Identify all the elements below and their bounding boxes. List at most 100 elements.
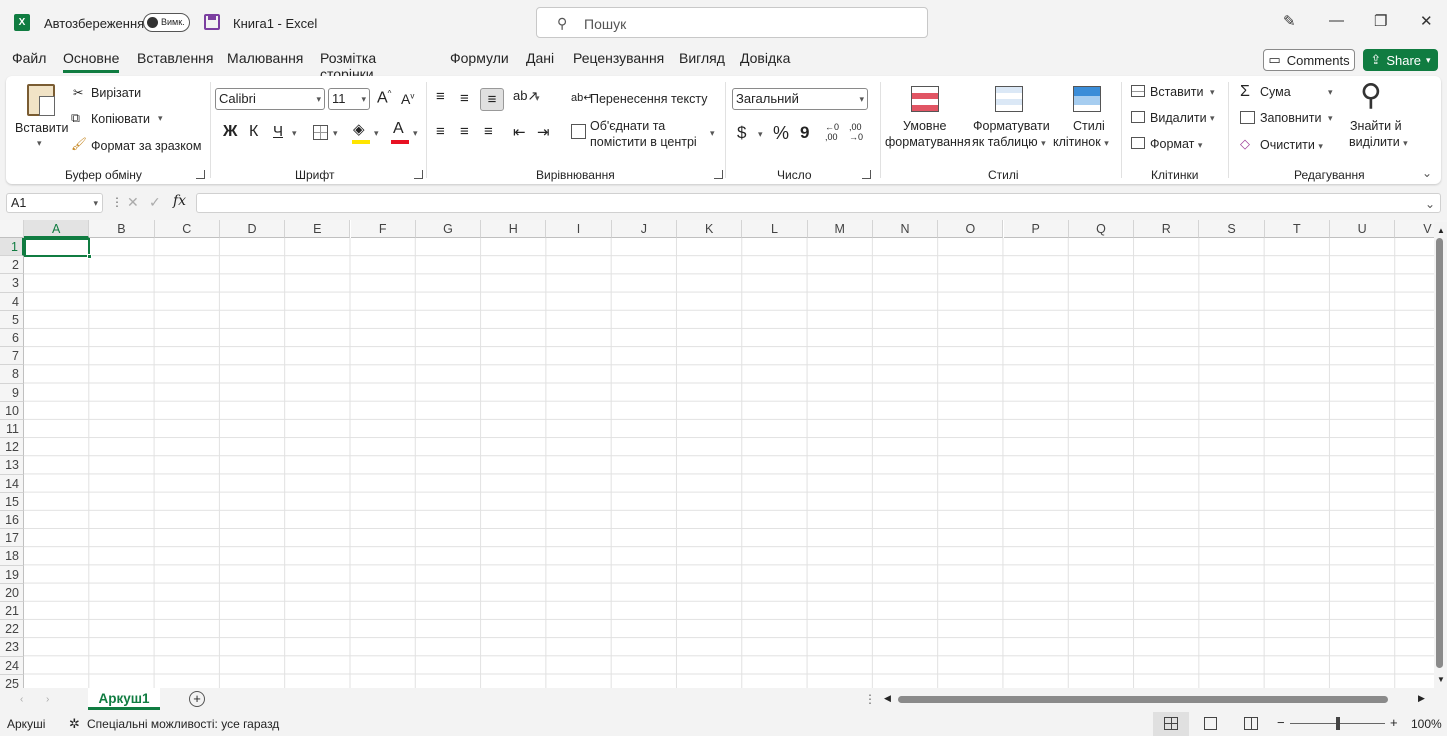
- autosum-button[interactable]: Сума: [1260, 85, 1291, 99]
- percent-button[interactable]: %: [773, 123, 789, 144]
- row-header[interactable]: 14: [0, 474, 24, 493]
- page-layout-view-icon[interactable]: [1204, 717, 1217, 730]
- chevron-down-icon[interactable]: ▾: [710, 128, 715, 139]
- shrink-font-button[interactable]: Av: [401, 91, 414, 107]
- row-header[interactable]: 3: [0, 274, 24, 293]
- scroll-right-icon[interactable]: ▶: [1418, 693, 1425, 704]
- increase-decimal-button[interactable]: ←0,00: [825, 122, 839, 142]
- pen-icon[interactable]: ✎: [1283, 12, 1296, 30]
- tab-draw[interactable]: Малювання: [227, 50, 303, 66]
- column-header[interactable]: A: [24, 220, 90, 238]
- page-break-view-icon[interactable]: [1244, 717, 1258, 730]
- clear-button[interactable]: Очистити ▾: [1260, 138, 1323, 152]
- zoom-in-icon[interactable]: +: [1390, 715, 1398, 730]
- format-as-table-line1[interactable]: Форматувати: [973, 119, 1050, 133]
- cut-button[interactable]: Вирізати: [91, 86, 141, 100]
- column-header[interactable]: J: [611, 220, 677, 238]
- align-top-icon[interactable]: ≡: [436, 88, 445, 105]
- merge-center-line1[interactable]: Об'єднати та: [590, 119, 665, 133]
- row-header[interactable]: 22: [0, 620, 24, 639]
- tab-formulas[interactable]: Формули: [450, 50, 509, 66]
- vertical-scrollbar[interactable]: ▲ ▼: [1434, 222, 1447, 688]
- cell-styles-line1[interactable]: Стилі: [1073, 119, 1105, 133]
- row-header[interactable]: 11: [0, 420, 24, 439]
- row-header[interactable]: 23: [0, 638, 24, 657]
- paste-icon[interactable]: [27, 84, 55, 116]
- find-select-line1[interactable]: Знайти й: [1350, 119, 1402, 133]
- row-header[interactable]: 19: [0, 565, 24, 584]
- dialog-launcher-icon[interactable]: [714, 170, 723, 179]
- column-header[interactable]: H: [481, 220, 547, 238]
- grow-font-button[interactable]: A^: [377, 89, 391, 107]
- bold-button[interactable]: Ж: [223, 123, 237, 141]
- worksheet-grid[interactable]: ABCDEFGHIJKLMNOPQRSTUV 1 2 3 4 5 6 7 8 9 10 11 12 13…: [0, 220, 1447, 693]
- cell-area[interactable]: [24, 238, 1434, 688]
- dialog-launcher-icon[interactable]: [862, 170, 871, 179]
- restore-icon[interactable]: ❐: [1374, 12, 1387, 30]
- row-header[interactable]: 18: [0, 547, 24, 566]
- fill-handle[interactable]: [87, 254, 92, 259]
- column-header[interactable]: Q: [1068, 220, 1135, 238]
- column-header[interactable]: C: [154, 220, 220, 238]
- row-header[interactable]: 13: [0, 456, 24, 475]
- row-header[interactable]: 10: [0, 401, 24, 420]
- scroll-down-icon[interactable]: ▼: [1437, 675, 1445, 684]
- scroll-left-icon[interactable]: ◀: [884, 693, 891, 704]
- normal-view-button[interactable]: [1153, 712, 1189, 736]
- select-all-corner[interactable]: [0, 220, 24, 238]
- chevron-down-icon[interactable]: ▾: [413, 128, 418, 139]
- dialog-launcher-icon[interactable]: [414, 170, 423, 179]
- prev-sheet-icon[interactable]: ‹: [20, 694, 23, 705]
- add-sheet-icon[interactable]: +: [189, 691, 205, 707]
- conditional-formatting-line2[interactable]: форматування: [885, 135, 971, 149]
- chevron-down-icon[interactable]: ▾: [1210, 87, 1215, 98]
- row-header[interactable]: 15: [0, 492, 24, 511]
- increase-indent-icon[interactable]: ⇥: [537, 123, 550, 141]
- horizontal-scroll-thumb[interactable]: [898, 696, 1388, 703]
- chevron-down-icon[interactable]: ▾: [37, 138, 42, 149]
- row-header[interactable]: 9: [0, 383, 24, 402]
- insert-cells-button[interactable]: Вставити: [1150, 85, 1203, 99]
- chevron-down-icon[interactable]: ▾: [1328, 113, 1333, 124]
- tab-data[interactable]: Дані: [526, 50, 554, 66]
- insert-function-button[interactable]: fx: [173, 193, 186, 209]
- sheet-tab-aркуш1[interactable]: Аркуш1: [88, 688, 160, 710]
- row-header[interactable]: 20: [0, 583, 24, 602]
- tab-home[interactable]: Основне: [63, 50, 119, 66]
- chevron-down-icon[interactable]: ▾: [1328, 87, 1333, 98]
- delete-cells-button[interactable]: Видалити: [1150, 111, 1207, 125]
- format-painter-button[interactable]: Формат за зразком: [91, 139, 201, 153]
- borders-icon[interactable]: [313, 125, 328, 140]
- column-header[interactable]: I: [546, 220, 612, 238]
- zoom-level[interactable]: 100%: [1411, 717, 1442, 731]
- row-header[interactable]: 4: [0, 292, 24, 311]
- chevron-down-icon[interactable]: ▾: [292, 128, 297, 139]
- minimize-icon[interactable]: —: [1329, 12, 1344, 29]
- column-header[interactable]: U: [1330, 220, 1396, 238]
- column-header[interactable]: T: [1264, 220, 1330, 238]
- share-button[interactable]: ⇪ Share ▾: [1363, 49, 1438, 71]
- align-left-icon[interactable]: ≡: [436, 123, 445, 140]
- chevron-down-icon[interactable]: ▾: [535, 93, 540, 104]
- zoom-out-icon[interactable]: −: [1277, 715, 1285, 730]
- column-header[interactable]: S: [1199, 220, 1265, 238]
- chevron-down-icon[interactable]: ▾: [1210, 113, 1215, 124]
- chevron-down-icon[interactable]: ▾: [374, 128, 379, 139]
- column-header[interactable]: N: [872, 220, 939, 238]
- name-box[interactable]: A1 ▾: [6, 193, 103, 213]
- row-header[interactable]: 24: [0, 656, 24, 675]
- font-color-button[interactable]: A: [393, 120, 404, 138]
- vertical-scroll-thumb[interactable]: [1436, 238, 1443, 668]
- wrap-text-button[interactable]: Перенесення тексту: [590, 92, 707, 106]
- accessibility-status[interactable]: Спеціальні можливості: усе гаразд: [87, 717, 279, 731]
- currency-button[interactable]: $: [737, 123, 746, 143]
- formula-input[interactable]: ⌄: [196, 193, 1441, 213]
- fill-color-icon[interactable]: ◈: [353, 120, 365, 138]
- next-sheet-icon[interactable]: ›: [46, 694, 49, 705]
- cell-styles-line2[interactable]: клітинок ▾: [1053, 135, 1109, 149]
- row-header[interactable]: 16: [0, 511, 24, 530]
- row-header[interactable]: 8: [0, 365, 24, 384]
- merge-center-line2[interactable]: помістити в центрі: [590, 135, 697, 149]
- row-header[interactable]: 6: [0, 329, 24, 348]
- column-header[interactable]: R: [1134, 220, 1200, 238]
